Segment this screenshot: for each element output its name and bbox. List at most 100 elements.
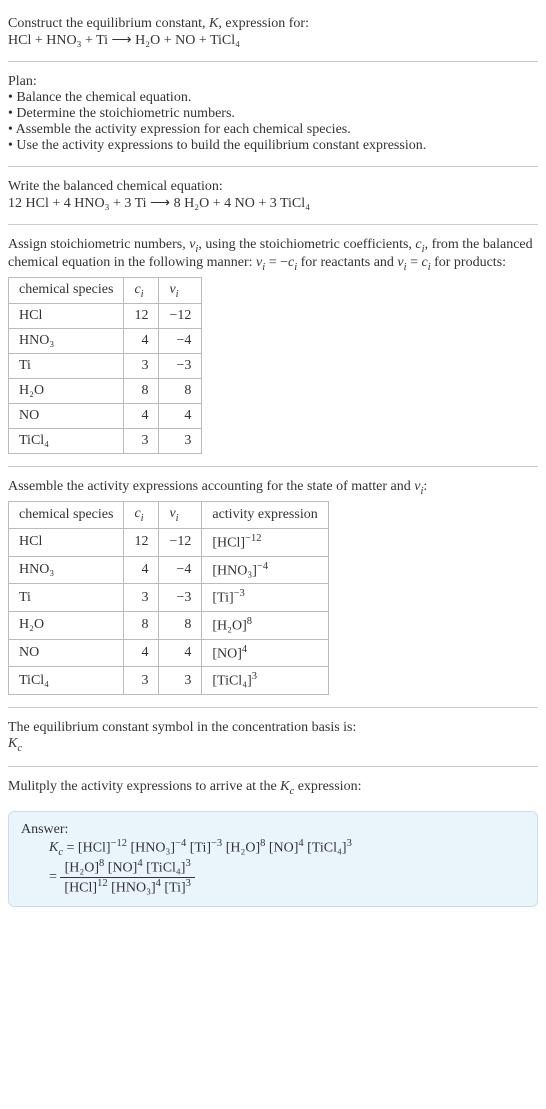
cell-ci: 12 [124,528,159,556]
cell-species: NO [9,404,124,429]
cell-ci: 8 [124,611,159,639]
cell-species: TiCl₄ [9,667,124,695]
divider [8,166,538,167]
divider [8,224,538,225]
answer-label: Answer: [21,822,525,838]
cell-vi: 3 [159,667,202,695]
col-species: chemical species [9,277,124,304]
activity-table: chemical species ci νi activity expressi… [8,501,329,695]
table-row: NO44[NO]4 [9,639,329,667]
col-ci: ci [124,502,159,529]
cell-species: HNO₃ [9,329,124,354]
cell-species: Ti [9,584,124,612]
cell-vi: −12 [159,304,202,329]
cell-species: TiCl₄ [9,429,124,454]
multiply-section: Mulitply the activity expressions to arr… [8,771,538,805]
cell-ci: 12 [124,304,159,329]
table-row: TiCl₄33 [9,429,202,454]
plan-item: • Assemble the activity expression for e… [8,122,538,138]
symbol-line1: The equilibrium constant symbol in the c… [8,720,538,736]
answer-expression: Kc = [HCl]−12 [HNO₃]−4 [Ti]−3 [H₂O]8 [NO… [49,838,525,897]
table-row: HCl12−12[HCl]−12 [9,528,329,556]
answer-line2: = [H₂O]8 [NO]4 [TiCl₄]3 [HCl]12 [HNO₃]4 … [49,858,525,896]
col-ci: ci [124,277,159,304]
divider [8,61,538,62]
cell-vi: −4 [159,329,202,354]
cell-expr: [TiCl₄]3 [202,667,328,695]
balanced-header: Write the balanced chemical equation: [8,179,538,195]
cell-species: H₂O [9,379,124,404]
divider [8,466,538,467]
plan-item: • Use the activity expressions to build … [8,138,538,154]
table-row: HNO₃4−4[HNO₃]−4 [9,556,329,584]
cell-species: H₂O [9,611,124,639]
plan-section: Plan: • Balance the chemical equation. •… [8,66,538,162]
cell-vi: −3 [159,584,202,612]
intro-equation: HCl + HNO₃ + Ti ⟶ H₂O + NO + TiCl₄ [8,32,538,49]
activity-section: Assemble the activity expressions accoun… [8,471,538,703]
table-row: H₂O88 [9,379,202,404]
balanced-equation: 12 HCl + 4 HNO₃ + 3 Ti ⟶ 8 H₂O + 4 NO + … [8,195,538,212]
cell-expr: [NO]4 [202,639,328,667]
cell-ci: 4 [124,639,159,667]
cell-ci: 4 [124,329,159,354]
cell-species: HCl [9,528,124,556]
stoich-intro: Assign stoichiometric numbers, νi, using… [8,237,538,273]
answer-line1: Kc = [HCl]−12 [HNO₃]−4 [Ti]−3 [H₂O]8 [NO… [49,838,525,858]
cell-ci: 4 [124,556,159,584]
plan-header: Plan: [8,74,538,90]
fraction-numerator: [H₂O]8 [NO]4 [TiCl₄]3 [60,858,195,878]
cell-expr: [HCl]−12 [202,528,328,556]
cell-species: HCl [9,304,124,329]
symbol-kc: Kc [8,736,538,754]
cell-ci: 3 [124,429,159,454]
balanced-section: Write the balanced chemical equation: 12… [8,171,538,220]
col-vi: νi [159,502,202,529]
cell-vi: −3 [159,354,202,379]
cell-species: HNO₃ [9,556,124,584]
divider [8,707,538,708]
plan-item: • Balance the chemical equation. [8,90,538,106]
cell-species: Ti [9,354,124,379]
activity-intro: Assemble the activity expressions accoun… [8,479,538,497]
cell-ci: 3 [124,354,159,379]
table-row: H₂O88[H₂O]8 [9,611,329,639]
stoich-section: Assign stoichiometric numbers, νi, using… [8,229,538,462]
answer-box: Answer: Kc = [HCl]−12 [HNO₃]−4 [Ti]−3 [H… [8,811,538,908]
cell-ci: 3 [124,584,159,612]
intro-line1: Construct the equilibrium constant, K, e… [8,16,538,32]
cell-vi: 4 [159,404,202,429]
cell-vi: 8 [159,379,202,404]
col-activity: activity expression [202,502,328,529]
cell-vi: 4 [159,639,202,667]
fraction-denominator: [HCl]12 [HNO₃]4 [Ti]3 [60,878,195,897]
multiply-text: Mulitply the activity expressions to arr… [8,779,538,797]
table-row: TiCl₄33[TiCl₄]3 [9,667,329,695]
cell-species: NO [9,639,124,667]
cell-vi: 3 [159,429,202,454]
cell-vi: 8 [159,611,202,639]
cell-ci: 4 [124,404,159,429]
stoich-table: chemical species ci νi HCl12−12 HNO₃4−4 … [8,277,202,455]
cell-expr: [Ti]−3 [202,584,328,612]
table-row: HCl12−12 [9,304,202,329]
cell-ci: 8 [124,379,159,404]
table-row: Ti3−3 [9,354,202,379]
col-vi: νi [159,277,202,304]
cell-ci: 3 [124,667,159,695]
cell-expr: [H₂O]8 [202,611,328,639]
cell-vi: −12 [159,528,202,556]
eq-sign: = [49,869,60,884]
divider [8,766,538,767]
cell-expr: [HNO₃]−4 [202,556,328,584]
symbol-section: The equilibrium constant symbol in the c… [8,712,538,762]
intro-section: Construct the equilibrium constant, K, e… [8,8,538,57]
table-row: Ti3−3[Ti]−3 [9,584,329,612]
col-species: chemical species [9,502,124,529]
cell-vi: −4 [159,556,202,584]
table-row: HNO₃4−4 [9,329,202,354]
table-header-row: chemical species ci νi [9,277,202,304]
table-header-row: chemical species ci νi activity expressi… [9,502,329,529]
plan-item: • Determine the stoichiometric numbers. [8,106,538,122]
fraction: [H₂O]8 [NO]4 [TiCl₄]3 [HCl]12 [HNO₃]4 [T… [60,858,195,896]
